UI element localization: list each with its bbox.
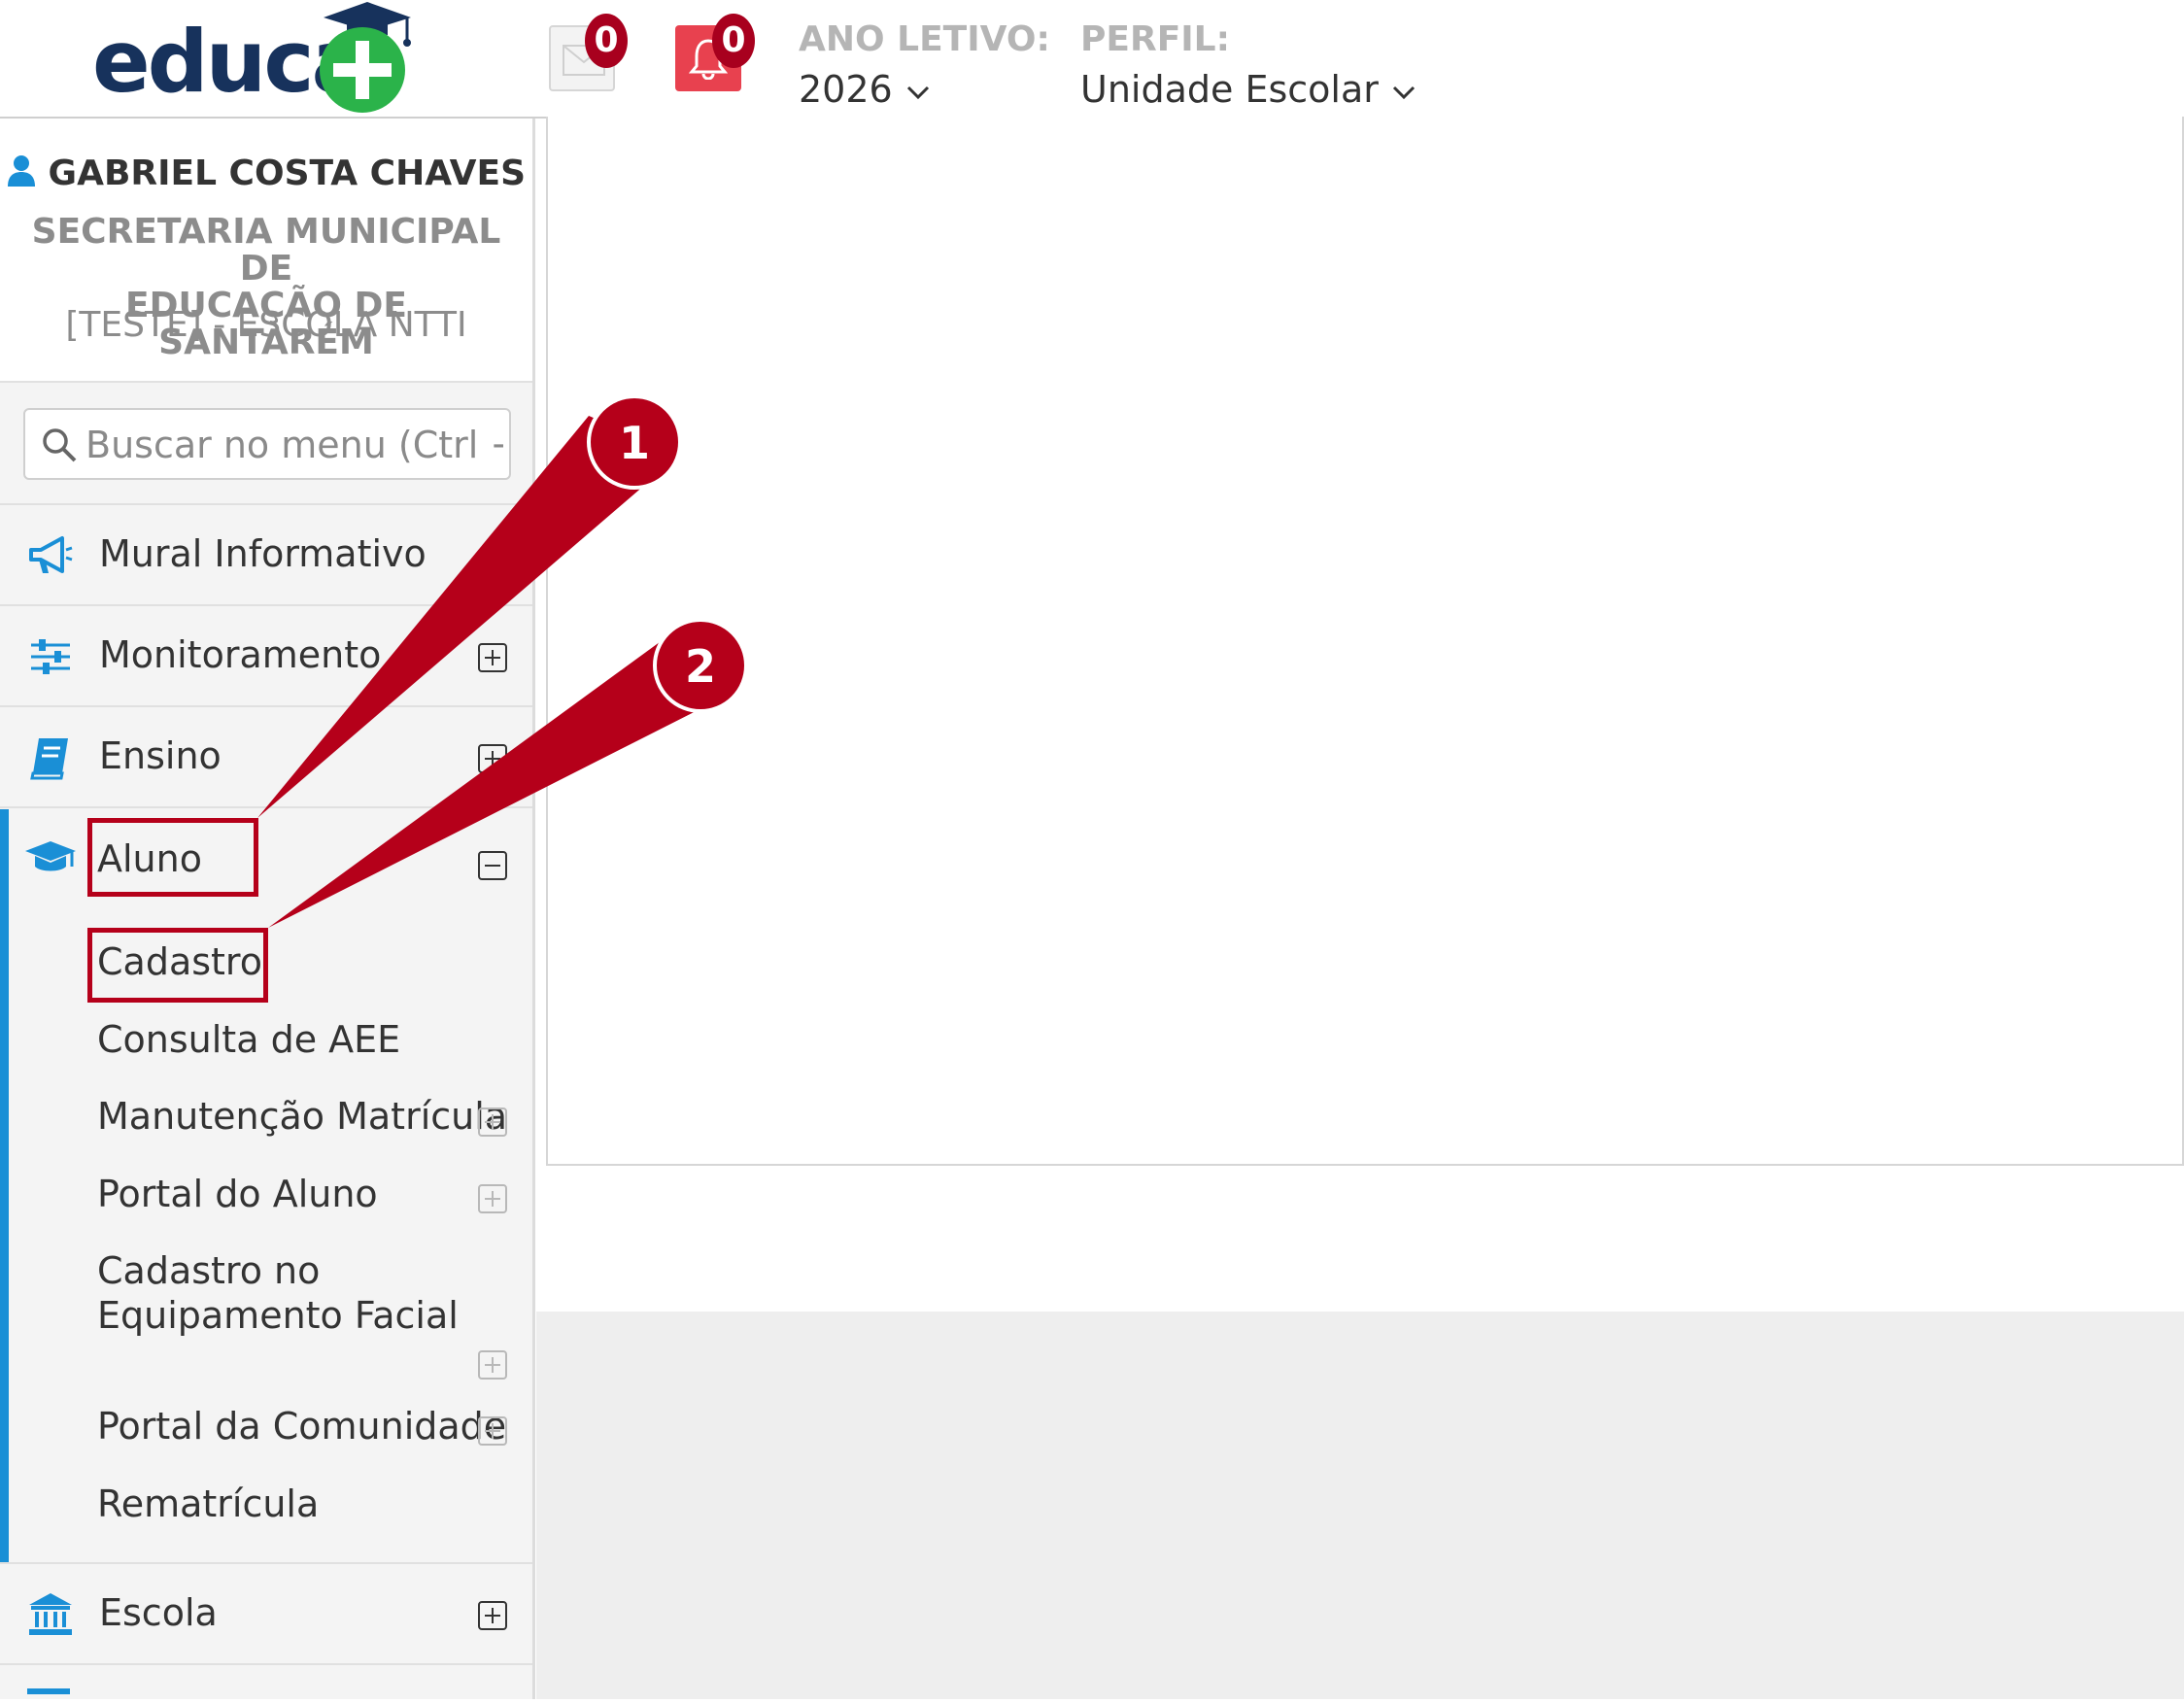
submenu-item-rematricula[interactable]: Rematrícula	[97, 1482, 319, 1526]
menu-item-escola[interactable]: Escola	[0, 1562, 532, 1665]
search-input[interactable]	[84, 410, 505, 478]
chevron-down-icon	[906, 85, 929, 100]
menu-item-partial[interactable]	[0, 1663, 532, 1704]
menu-label: Ensino	[99, 734, 222, 777]
expand-plus-icon[interactable]	[478, 744, 507, 773]
menu-label: Escola	[99, 1591, 218, 1634]
highlight-aluno	[87, 818, 258, 897]
submenu-item-portal-aluno[interactable]: Portal do Aluno	[97, 1172, 378, 1216]
user-name: GABRIEL COSTA CHAVES	[0, 153, 532, 193]
user-icon	[7, 155, 35, 187]
book-icon	[30, 738, 68, 780]
expand-plus-icon[interactable]	[478, 1601, 507, 1630]
submenu-item-consulta-aee[interactable]: Consulta de AEE	[97, 1017, 400, 1062]
submenu-item-manutencao-matricula[interactable]: Manutenção Matrícula	[97, 1094, 507, 1139]
menu-item-ensino[interactable]: Ensino	[0, 705, 532, 808]
content-panel	[546, 117, 2184, 1166]
menu-item-mural-informativo[interactable]: Mural Informativo	[0, 503, 532, 606]
ano-letivo-label: ANO LETIVO:	[799, 19, 1050, 59]
page-background	[536, 1312, 2184, 1699]
messages-count-badge: 0	[585, 14, 628, 68]
expand-plus-icon[interactable]	[478, 643, 507, 672]
perfil-value: Unidade Escolar	[1080, 68, 1379, 111]
expand-plus-icon[interactable]	[478, 1350, 507, 1380]
active-indicator	[0, 809, 9, 1562]
submenu-item-portal-comunidade[interactable]: Portal da Comunidade	[97, 1404, 506, 1448]
menu-item-monitoramento[interactable]: Monitoramento	[0, 604, 532, 707]
menu-label: Mural Informativo	[99, 532, 427, 575]
megaphone-icon	[29, 536, 73, 573]
educa-logo[interactable]: educa	[92, 0, 418, 117]
ano-letivo-value: 2026	[799, 68, 893, 111]
menu-label: Monitoramento	[99, 633, 382, 676]
sidebar: GABRIEL COSTA CHAVES SECRETARIA MUNICIPA…	[0, 119, 535, 1699]
graduation-cap-icon	[25, 841, 76, 871]
perfil-label: PERFIL:	[1080, 19, 1231, 59]
ano-letivo-select[interactable]: 2026	[799, 68, 931, 117]
menu-search[interactable]	[23, 408, 511, 480]
menu-icon-partial	[27, 1688, 70, 1694]
chevron-down-icon	[1392, 85, 1416, 100]
bank-icon	[29, 1593, 72, 1635]
perfil-select[interactable]: Unidade Escolar	[1080, 68, 1416, 117]
top-header: educa 0 0 ANO LETIVO: 2026 PERFIL: Unida…	[0, 0, 2184, 119]
user-school: [TESTE] - ESCOLA NTTI	[65, 305, 467, 345]
expand-plus-icon[interactable]	[478, 1184, 507, 1213]
user-profile-panel: GABRIEL COSTA CHAVES SECRETARIA MUNICIPA…	[0, 119, 532, 383]
expand-plus-icon[interactable]	[478, 1416, 507, 1446]
notifications-count-badge: 0	[712, 14, 755, 68]
expand-plus-icon[interactable]	[478, 1108, 507, 1137]
highlight-cadastro	[87, 928, 268, 1003]
search-icon	[43, 428, 77, 462]
submenu-item-cadastro-equipamento-facial[interactable]: Cadastro no Equipamento Facial	[97, 1248, 486, 1338]
logo-plus-icon	[320, 2, 411, 113]
sliders-icon	[31, 639, 70, 674]
collapse-minus-icon[interactable]	[478, 851, 507, 880]
